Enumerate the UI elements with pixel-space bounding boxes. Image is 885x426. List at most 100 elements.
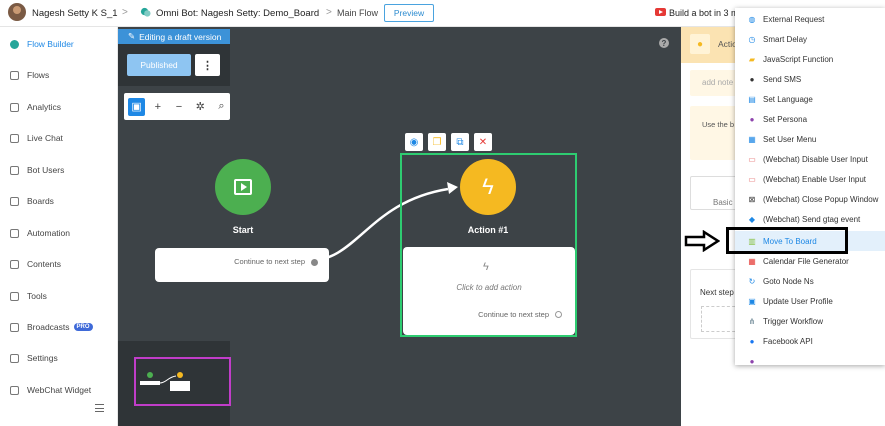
menu-item-smart-delay[interactable]: ◷ Smart Delay — [735, 29, 885, 49]
sidebar-item-boards[interactable]: Boards — [10, 194, 54, 208]
sidebar-item-label: Contents — [27, 259, 62, 269]
bot-chat-icon — [140, 7, 151, 17]
build-bot-link[interactable]: Build a bot in 3 m — [669, 8, 739, 18]
menu-item-set-user-menu[interactable]: ▦ Set User Menu — [735, 129, 885, 149]
add-action-link[interactable]: Click to add action — [403, 283, 575, 292]
menu-item-goto-node[interactable]: ↻ Goto Node Ns — [735, 271, 885, 291]
sidebar-item-label: Flow Builder — [27, 39, 74, 49]
menu-item-partial[interactable]: ● — [735, 351, 885, 366]
action-node-icon[interactable]: ϟ — [460, 159, 516, 215]
menu-item-label: Update User Profile — [763, 296, 833, 306]
play-icon[interactable]: ◉ — [405, 133, 423, 151]
menu-item-enable-user-input[interactable]: ▭ (Webchat) Enable User Input — [735, 169, 885, 189]
flow-name[interactable]: Main Flow — [337, 8, 378, 18]
chat-icon: ● — [749, 74, 755, 84]
start-connector-handle[interactable] — [311, 259, 318, 266]
calendar-icon: ▦ — [748, 256, 756, 266]
sidebar-item-tools[interactable]: Tools — [10, 289, 47, 303]
sidebar-item-bot-users[interactable]: Bot Users — [10, 163, 64, 177]
menu-item-label: Set Persona — [763, 114, 808, 124]
menu-item-label: Smart Delay — [763, 34, 808, 44]
menu-item-set-persona[interactable]: ● Set Persona — [735, 109, 885, 129]
bulb-icon: ● — [690, 34, 710, 54]
menu-item-send-gtag-event[interactable]: ◆ (Webchat) Send gtag event — [735, 209, 885, 229]
menu-icon: ▦ — [748, 134, 756, 144]
collapse-menu-icon[interactable] — [95, 404, 104, 412]
flow-canvas[interactable]: ✎ Editing a draft version Published ⋮ ▣ +… — [118, 27, 681, 426]
preview-button[interactable]: Preview — [384, 4, 434, 22]
info-text: Use the b — [702, 120, 735, 129]
partial-icon: ● — [749, 356, 755, 366]
tab-basic[interactable]: Basic — [690, 176, 740, 210]
language-icon: ▤ — [748, 94, 756, 104]
sidebar-item-webchat-widget[interactable]: WebChat Widget — [10, 383, 91, 397]
start-node-card[interactable]: Continue to next step — [155, 248, 329, 282]
sidebar-item-label: Live Chat — [27, 133, 63, 143]
breadcrumb-separator: > — [326, 7, 332, 18]
menu-item-label: (Webchat) Send gtag event — [763, 214, 861, 224]
menu-item-javascript-function[interactable]: ▰ JavaScript Function — [735, 49, 885, 69]
profile-icon: ▣ — [748, 296, 756, 306]
sidebar-item-live-chat[interactable]: Live Chat — [10, 131, 63, 145]
minimap[interactable] — [118, 341, 231, 426]
sidebar-item-automation[interactable]: Automation — [10, 226, 70, 240]
menu-item-label: Set Language — [763, 94, 813, 104]
sidebar-item-label: Bot Users — [27, 165, 65, 175]
arrow-annotation-icon — [684, 230, 720, 252]
sidebar-item-flow-builder[interactable]: Flow Builder — [10, 37, 74, 51]
highlight-annotation-box — [726, 227, 848, 254]
action-node-card[interactable]: ϟ Click to add action Continue to next s… — [403, 247, 575, 335]
menu-item-set-language[interactable]: ▤ Set Language — [735, 89, 885, 109]
sidebar-item-label: Settings — [27, 353, 58, 363]
sidebar-item-label: Boards — [27, 196, 54, 206]
sidebar-item-analytics[interactable]: Analytics — [10, 100, 61, 114]
sidebar-item-label: WebChat Widget — [27, 385, 92, 395]
delete-icon[interactable]: ✕ — [474, 133, 492, 151]
input-icon: ▭ — [748, 154, 756, 164]
youtube-icon[interactable] — [655, 8, 666, 16]
minimap-preview — [140, 372, 190, 391]
input-icon: ▭ — [748, 174, 756, 184]
action-next-step: Continue to next step — [478, 310, 549, 319]
user-name[interactable]: Nagesh Setty K S_1 — [32, 8, 118, 19]
sidebar-item-label: Analytics — [27, 102, 62, 112]
menu-item-send-sms[interactable]: ● Send SMS — [735, 69, 885, 89]
sidebar-item-flows[interactable]: Flows — [10, 68, 49, 82]
menu-item-trigger-workflow[interactable]: ⋔ Trigger Workflow — [735, 311, 885, 331]
menu-item-close-popup-window[interactable]: ⊠ (Webchat) Close Popup Window — [735, 189, 885, 209]
menu-item-label: (Webchat) Disable User Input — [763, 154, 868, 164]
contents-icon — [10, 259, 19, 269]
sidebar-item-label: Flows — [27, 70, 50, 80]
bot-name[interactable]: Omni Bot: Nagesh Setty: Demo_Board — [156, 8, 319, 19]
notes-placeholder: add note — [702, 78, 734, 87]
sidebar-item-contents[interactable]: Contents — [10, 257, 61, 271]
menu-item-facebook-api[interactable]: ● Facebook API — [735, 331, 885, 351]
sidebar-item-settings[interactable]: Settings — [10, 351, 58, 365]
menu-item-external-request[interactable]: ◍ External Request — [735, 9, 885, 29]
menu-item-label: External Request — [763, 14, 825, 24]
person-icon: ● — [749, 114, 755, 124]
sidebar-item-broadcasts[interactable]: Broadcasts PRO — [10, 320, 93, 334]
start-node-icon[interactable] — [215, 159, 271, 215]
js-icon: ▰ — [748, 54, 756, 64]
pro-badge: PRO — [73, 323, 93, 331]
start-node-title: Start — [232, 225, 254, 235]
sidebar-item-label: Broadcasts — [27, 322, 70, 332]
workflow-icon: ⋔ — [748, 316, 756, 326]
duplicate-icon[interactable]: ⧉ — [451, 133, 469, 151]
menu-item-label: Goto Node Ns — [763, 276, 814, 286]
chart-icon — [10, 102, 19, 112]
menu-item-update-user-profile[interactable]: ▣ Update User Profile — [735, 291, 885, 311]
menu-item-label: Set User Menu — [763, 134, 817, 144]
node-toolbar: ◉ ❐ ⧉ ✕ — [405, 133, 492, 151]
menu-item-disable-user-input[interactable]: ▭ (Webchat) Disable User Input — [735, 149, 885, 169]
grid-icon — [10, 70, 19, 80]
menu-item-calendar-file-generator[interactable]: ▦ Calendar File Generator — [735, 251, 885, 271]
next-step-label: Next step — [700, 288, 734, 297]
avatar[interactable] — [8, 3, 26, 21]
action-connector-handle[interactable] — [555, 311, 562, 318]
tab-basic-label: Basic — [713, 198, 733, 207]
copy-icon[interactable]: ❐ — [428, 133, 446, 151]
widget-icon — [10, 385, 19, 395]
clock-icon: ◷ — [748, 34, 756, 44]
